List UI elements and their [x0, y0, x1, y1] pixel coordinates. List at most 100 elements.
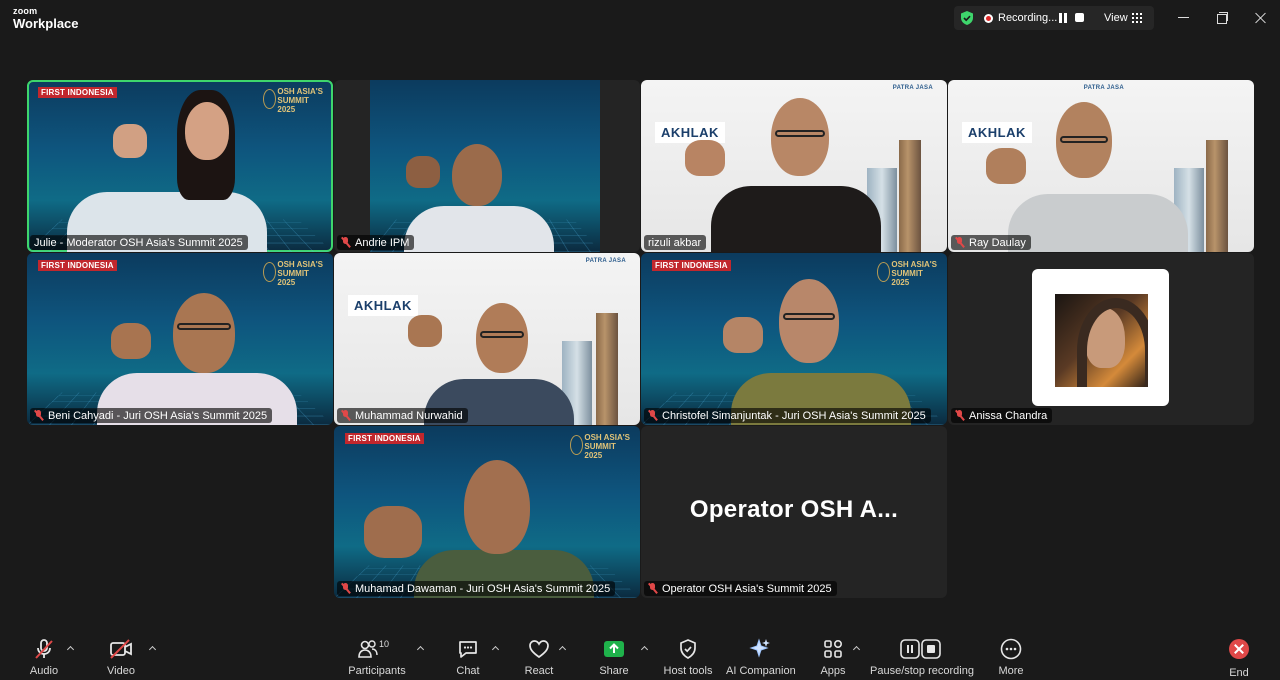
- share-screen-icon: [602, 637, 626, 661]
- brand-bottom: Workplace: [13, 16, 79, 31]
- more-label: More: [998, 665, 1024, 677]
- participant-face: [185, 102, 229, 160]
- akhlak-logo: AKHLAK: [655, 122, 725, 143]
- participant-face: [779, 279, 839, 363]
- patra-jasa-logo: PATRA JASA: [892, 85, 933, 91]
- participant-name-tag: Ray Daulay: [951, 235, 1031, 250]
- participant-name-tag: rizuli akbar: [644, 235, 707, 250]
- video-tile[interactable]: Anissa Chandra: [948, 253, 1254, 425]
- chat-label: Chat: [456, 665, 480, 677]
- raised-fist: [723, 317, 763, 353]
- pause-stop-recording-button[interactable]: Pause/stop recording: [870, 637, 974, 677]
- brand-top: zoom: [13, 6, 38, 16]
- glasses: [177, 323, 231, 330]
- participant-name: Muhamad Dawaman - Juri OSH Asia's Summit…: [355, 582, 611, 595]
- participants-options-chevron-icon[interactable]: [417, 645, 425, 653]
- video-tile[interactable]: PATRA JASA AKHLAK rizuli akbar: [641, 80, 947, 252]
- chat-icon: [456, 637, 480, 661]
- pause-stop-recording-label: Pause/stop recording: [870, 665, 974, 677]
- muted-mic-icon: [341, 237, 350, 248]
- raised-fist: [408, 315, 442, 347]
- video-label: Video: [107, 665, 135, 677]
- participant-face: [452, 144, 502, 206]
- participant-name: Beni Cahyadi - Juri OSH Asia's Summit 20…: [48, 409, 268, 422]
- host-tools-button[interactable]: Host tools: [662, 637, 714, 677]
- video-off-icon: [108, 637, 134, 661]
- chat-button[interactable]: Chat: [452, 637, 484, 677]
- ai-companion-button[interactable]: AI Companion: [726, 637, 796, 677]
- react-options-chevron-icon[interactable]: [559, 645, 567, 653]
- video-tile[interactable]: FIRST INDONESIA OSH ASIA'S SUMMIT 2025 Ben…: [27, 253, 333, 425]
- share-button[interactable]: Share: [596, 637, 632, 677]
- react-button[interactable]: React: [522, 637, 556, 677]
- apps-button[interactable]: Apps: [818, 637, 848, 677]
- participant-name-tag: Christofel Simanjuntak - Juri OSH Asia's…: [644, 408, 931, 423]
- end-call-icon: [1229, 639, 1249, 659]
- sparkle-icon: [748, 637, 772, 661]
- profile-picture-frame: [1032, 269, 1169, 406]
- restore-icon[interactable]: [1212, 9, 1232, 27]
- share-options-chevron-icon[interactable]: [641, 645, 649, 653]
- participant-name-tag: Muhamad Dawaman - Juri OSH Asia's Summit…: [337, 581, 616, 596]
- participant-name: Andrie IPM: [355, 236, 410, 249]
- audio-button[interactable]: Audio: [24, 637, 64, 677]
- grid-view-icon[interactable]: [1132, 13, 1142, 23]
- building-graphic: [899, 140, 921, 252]
- first-indonesia-logo: FIRST INDONESIA: [345, 433, 424, 444]
- meeting-toolbar: Audio Video 10 Participants Chat React S…: [0, 627, 1280, 680]
- glasses: [480, 331, 524, 338]
- more-button[interactable]: More: [995, 637, 1027, 677]
- muted-mic-icon: [341, 410, 350, 421]
- participant-face: [464, 460, 530, 554]
- video-tile[interactable]: FIRST INDONESIA OSH ASIA'S SUMMIT 2025 Muh…: [334, 426, 640, 598]
- more-icon: [999, 637, 1023, 661]
- pause-recording-icon[interactable]: [1056, 12, 1069, 24]
- recording-indicator-icon: [984, 14, 993, 23]
- first-indonesia-logo: FIRST INDONESIA: [38, 87, 117, 98]
- participant-name-tag: Andrie IPM: [337, 235, 415, 250]
- profile-picture: [1055, 294, 1148, 387]
- participant-name-tag: Muhammad Nurwahid: [337, 408, 468, 423]
- participant-name: Julie - Moderator OSH Asia's Summit 2025: [34, 236, 243, 249]
- video-tile[interactable]: Operator OSH A... Operator OSH Asia's Su…: [641, 426, 947, 598]
- stop-recording-icon[interactable]: [1073, 12, 1086, 24]
- muted-mic-icon: [34, 410, 43, 421]
- participant-face: [173, 293, 235, 373]
- heart-icon: [527, 637, 551, 661]
- participant-name: Christofel Simanjuntak - Juri OSH Asia's…: [662, 409, 926, 422]
- apps-icon: [821, 637, 845, 661]
- video-tile[interactable]: FIRST INDONESIA OSH ASIA'S SUMMIT 2025 Chr…: [641, 253, 947, 425]
- minimize-icon[interactable]: [1174, 9, 1194, 27]
- video-button[interactable]: Video: [101, 637, 141, 677]
- close-icon[interactable]: [1250, 9, 1270, 27]
- video-options-chevron-icon[interactable]: [149, 645, 157, 653]
- participants-button[interactable]: 10 Participants: [346, 637, 408, 677]
- end-meeting-button[interactable]: End: [1224, 637, 1254, 679]
- osh-summit-logo: OSH ASIA'S SUMMIT 2025: [877, 260, 937, 287]
- video-tile[interactable]: FIRST INDONESIA OSH ASIA'S SUMMIT 2025 Jul…: [27, 80, 333, 252]
- muted-mic-icon: [955, 410, 964, 421]
- video-tile[interactable]: Andrie IPM: [334, 80, 640, 252]
- glasses: [1060, 136, 1108, 143]
- end-label: End: [1229, 667, 1249, 679]
- video-tile[interactable]: PATRA JASA AKHLAK Ray Daulay: [948, 80, 1254, 252]
- raised-fist: [111, 323, 151, 359]
- participant-name-tag: Operator OSH Asia's Summit 2025: [644, 581, 837, 596]
- participant-face: [476, 303, 528, 373]
- share-label: Share: [599, 665, 629, 677]
- participants-label: Participants: [348, 665, 406, 677]
- participants-icon: 10: [357, 637, 397, 661]
- audio-options-chevron-icon[interactable]: [67, 645, 75, 653]
- apps-options-chevron-icon[interactable]: [853, 645, 861, 653]
- shield-icon: [676, 637, 700, 661]
- security-shield-icon[interactable]: [959, 10, 975, 31]
- muted-mic-icon: [955, 237, 964, 248]
- building-graphic: [596, 313, 618, 425]
- react-label: React: [524, 665, 554, 677]
- participant-body: [1008, 194, 1188, 252]
- raised-fist: [113, 124, 147, 158]
- chat-options-chevron-icon[interactable]: [492, 645, 500, 653]
- video-tile[interactable]: PATRA JASA AKHLAK Muhammad Nurwahid: [334, 253, 640, 425]
- view-button[interactable]: View: [1104, 12, 1128, 24]
- participant-name-tag: Beni Cahyadi - Juri OSH Asia's Summit 20…: [30, 408, 273, 423]
